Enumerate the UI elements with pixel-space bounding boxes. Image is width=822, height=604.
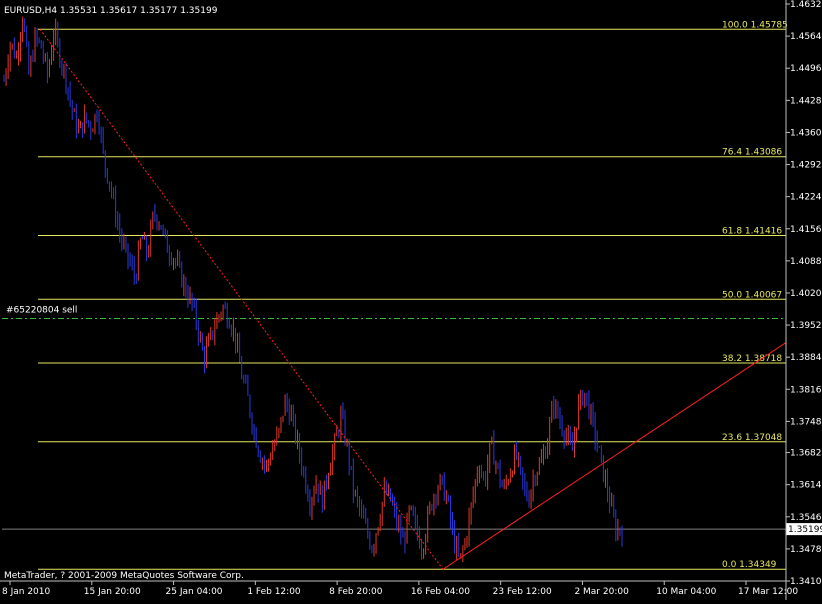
y-tick-label: 1.34780 [790,545,822,555]
bid-price-label: 1.35199 [788,525,822,535]
y-tick-label: 1.38840 [790,353,822,363]
x-tick-label: 8 Jan 2010 [2,587,50,597]
y-tick-label: 1.40880 [790,257,822,267]
order-line-label: #65220804 sell [6,305,77,315]
y-tick-label: 1.44280 [790,96,822,106]
y-tick-label: 1.36140 [790,481,822,491]
x-tick-label: 23 Feb 12:00 [493,587,552,597]
fibo-level-label: 76.4 1.43086 [722,148,782,158]
fibo-level-label: 61.8 1.41416 [722,227,782,237]
x-tick-label: 25 Jan 04:00 [166,587,223,597]
y-tick-label: 1.46320 [790,0,822,10]
y-tick-label: 1.34100 [790,577,822,587]
x-tick-label: 1 Feb 12:00 [247,587,301,597]
chart-svg: 100.0 1.45785 76.4 1.43086 61.8 1.41416 50.… [0,0,822,600]
copyright-label: MetaTrader, ? 2001-2009 MetaQuotes Softw… [4,571,244,581]
y-tick-label: 1.37480 [790,417,822,427]
y-tick-label: 1.35460 [790,513,822,523]
y-tick-label: 1.41560 [790,225,822,235]
y-tick-label: 1.40200 [790,289,822,299]
y-tick-label: 1.44960 [790,64,822,74]
x-tick-label: 10 Mar 04:00 [656,587,716,597]
x-tick-label: 17 Mar 12:00 [738,587,798,597]
fibo-level-label: 38.2 1.38718 [722,354,782,364]
symbol-header: EURUSD,H4 1.35531 1.35617 1.35177 1.3519… [4,6,218,16]
y-tick-label: 1.42920 [790,161,822,171]
y-tick-label: 1.36820 [790,449,822,459]
y-tick-label: 1.39520 [790,321,822,331]
y-tick-label: 1.45640 [790,32,822,42]
x-tick-label: 15 Jan 20:00 [84,587,141,597]
fibo-level-label: 0.0 1.34349 [722,560,777,570]
y-tick-label: 1.38160 [790,385,822,395]
x-tick-label: 16 Feb 04:00 [411,587,470,597]
y-tick-label: 1.42240 [790,193,822,203]
x-tick-label: 2 Mar 20:00 [574,587,629,597]
fibo-level-label: 100.0 1.45785 [722,20,788,30]
price-chart[interactable]: 100.0 1.45785 76.4 1.43086 61.8 1.41416 50.… [0,0,822,600]
y-tick-label: 1.43600 [790,128,822,138]
fibo-level-label: 23.6 1.37048 [722,433,782,443]
fibo-level-label: 50.0 1.40067 [722,290,782,300]
x-tick-label: 8 Feb 20:00 [329,587,383,597]
